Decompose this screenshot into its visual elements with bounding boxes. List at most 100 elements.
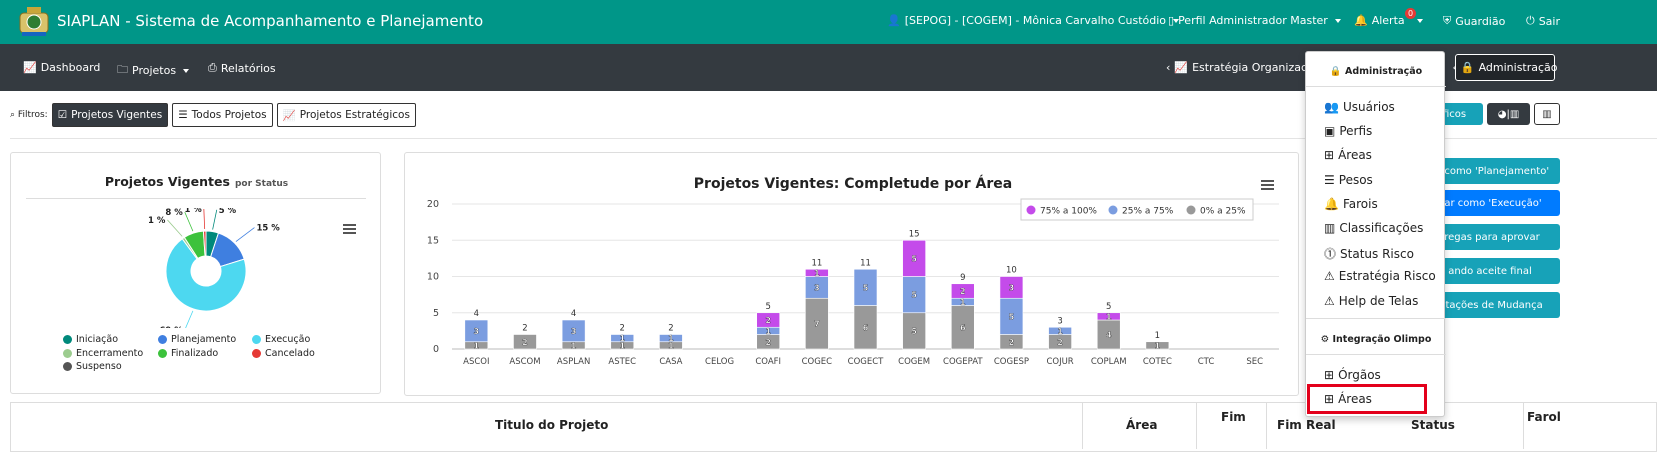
- legend-label: Execução: [265, 334, 311, 345]
- menu-item-classificacoes[interactable]: ▥ Classificações: [1324, 221, 1423, 235]
- alert-menu[interactable]: 🔔 Alerta 0: [1354, 8, 1423, 27]
- menu-item-label: Pesos: [1338, 173, 1373, 187]
- col-fim-header[interactable]: Fim: [1221, 410, 1246, 424]
- legend-label[interactable]: 75% a 100%: [1040, 207, 1097, 217]
- exclamation-circle-icon: ⓵: [1324, 247, 1337, 261]
- profile-menu[interactable]: ▯ Perfil Administrador Master: [1168, 14, 1341, 27]
- nav-projetos[interactable]: 🗀 Projetos: [117, 61, 190, 80]
- guardiao-link[interactable]: ⛨ Guardião: [1443, 14, 1505, 28]
- nav-relatorios-label: Relatórios: [220, 61, 276, 75]
- menu-item-label: Usuários: [1342, 100, 1395, 114]
- menu-item-label: Help de Telas: [1338, 294, 1419, 308]
- nav-dashboard-label: Dashboard: [40, 61, 101, 74]
- profile-label: Perfil Administrador Master: [1178, 14, 1328, 27]
- x-tick-label: COGECT: [848, 357, 885, 367]
- nav-administracao[interactable]: ‹ 🔒 Administração: [1452, 54, 1558, 81]
- legend-suspenso[interactable]: Suspenso: [63, 361, 122, 372]
- col-status-header[interactable]: Status: [1411, 418, 1455, 432]
- col-farol-header[interactable]: Farol: [1527, 410, 1561, 424]
- divider: [1523, 402, 1524, 449]
- id-card-icon: ▯: [1168, 14, 1175, 27]
- legend-label[interactable]: 25% a 75%: [1122, 207, 1174, 217]
- legend-label: Planejamento: [171, 334, 237, 345]
- legend-planejamento[interactable]: Planejamento: [158, 334, 236, 345]
- siaplan-logo-icon[interactable]: [17, 5, 51, 38]
- filter-estrategicos-label: Projetos Estratégicos: [299, 109, 410, 121]
- menu-item-areas[interactable]: ⊞ Áreas: [1324, 148, 1372, 162]
- divider: [1082, 402, 1083, 449]
- legend-dot: [158, 335, 167, 344]
- bar-total-label: 10: [1006, 266, 1017, 276]
- list-icon: ☰: [178, 109, 188, 121]
- alert-count-badge: 0: [1405, 8, 1417, 19]
- col-fim-real-header[interactable]: Fim Real: [1277, 418, 1336, 432]
- legend-marker[interactable]: [1026, 205, 1036, 215]
- menu-item-usuarios[interactable]: 👥 Usuários: [1324, 100, 1395, 114]
- nav-relatorios[interactable]: ⎙ Relatórios: [208, 61, 276, 75]
- bar-total-label: 4: [571, 309, 576, 319]
- chevron-down-icon: [1334, 18, 1341, 23]
- filters-label: ⌕ Filtros:: [10, 110, 48, 120]
- bar-segment-label: 3: [814, 283, 820, 292]
- bar-segment-label: 5: [911, 327, 917, 336]
- menu-item-pesos[interactable]: ☰ Pesos: [1324, 173, 1373, 187]
- bar-segment-label: 5: [863, 283, 869, 292]
- legend-encerramento[interactable]: Encerramento: [63, 348, 143, 359]
- menu-item-estrategia-risco[interactable]: ⚠ Estratégia Risco: [1324, 269, 1436, 283]
- logout-link[interactable]: ⏻ Sair: [1526, 14, 1560, 28]
- divider: [26, 198, 366, 199]
- legend-execucao[interactable]: Execução: [252, 334, 310, 345]
- bar-segment-label: 3: [474, 327, 480, 336]
- menu-item-farois[interactable]: 🔔 Farois: [1324, 197, 1378, 211]
- pie-title-text: Projetos Vigentes: [104, 174, 230, 189]
- menu-item-label: Classificações: [1339, 221, 1424, 235]
- menu-item-status-risco[interactable]: ⓵ Status Risco: [1324, 245, 1414, 262]
- pie-data-label: 69 %: [159, 326, 183, 328]
- pie-data-label: 1 %: [184, 208, 202, 215]
- legend-iniciacao[interactable]: Iniciação: [63, 334, 118, 345]
- bar-chart-icon: ▥: [1542, 108, 1552, 120]
- legend-label: Iniciação: [76, 334, 119, 345]
- x-tick-label: COGEM: [898, 357, 930, 367]
- col-titulo-header[interactable]: Titulo do Projeto: [495, 418, 608, 432]
- bar-segment-label: 1: [960, 298, 966, 307]
- legend-dot: [252, 349, 261, 358]
- user-menu[interactable]: 👤 [SEPOG] - [COGEM] - Mônica Carvalho Cu…: [887, 14, 1180, 27]
- legend-label: Cancelado: [265, 348, 315, 359]
- bar-segment-label: 5: [911, 254, 917, 263]
- bar-segment-label: 3: [1009, 283, 1015, 292]
- filter-vigentes-button[interactable]: ☑ Projetos Vigentes: [51, 103, 169, 127]
- legend-label[interactable]: 0% a 25%: [1200, 207, 1246, 217]
- menu-item-orgaos[interactable]: ⊞ Órgãos: [1324, 368, 1381, 382]
- bar-segment-label: 3: [571, 327, 577, 336]
- x-tick-label: SEC: [1246, 357, 1263, 367]
- bar-chart-button[interactable]: ▥: [1534, 103, 1560, 125]
- users-icon: 👥: [1324, 100, 1339, 114]
- legend-marker[interactable]: [1186, 205, 1196, 215]
- y-tick-label: 0: [433, 344, 439, 355]
- legend-cancelado[interactable]: Cancelado: [252, 348, 315, 359]
- nav-estrategia[interactable]: ‹ 📈 Estratégia Organizacior: [1166, 61, 1321, 74]
- x-tick-label: COJUR: [1046, 357, 1073, 367]
- bar-total-label: 3: [1057, 316, 1062, 326]
- col-area-header[interactable]: Área: [1126, 418, 1157, 432]
- pie-label-connector: [185, 310, 194, 328]
- bar-chart-icon: ▥: [1324, 221, 1336, 235]
- nav-dashboard[interactable]: 📈 Dashboard: [23, 61, 100, 74]
- filter-todos-button[interactable]: ☰ Todos Projetos: [172, 103, 273, 127]
- bar-segment-label: 1: [765, 327, 771, 336]
- filter-estrategicos-button[interactable]: 📈 Projetos Estratégicos: [276, 103, 416, 127]
- legend-marker[interactable]: [1108, 205, 1118, 215]
- menu-item-help-telas[interactable]: ⚠ Help de Telas: [1324, 294, 1418, 308]
- bar-segment-label: 1: [814, 269, 820, 278]
- filters-label-text: Filtros:: [17, 110, 48, 120]
- chart-toggle-button[interactable]: ◕|▥: [1487, 103, 1530, 125]
- power-icon: ⏻: [1526, 14, 1535, 27]
- menu-item-perfis[interactable]: ▣ Perfis: [1324, 124, 1372, 138]
- legend-finalizado[interactable]: Finalizado: [158, 348, 218, 359]
- admin-section-header: 🔒 Administração: [1306, 66, 1446, 77]
- execucao-label: var como 'Execução': [1438, 197, 1542, 209]
- planejamento-label: ar como 'Planejamento': [1430, 165, 1550, 177]
- menu-item-label: Estratégia Risco: [1338, 269, 1436, 283]
- menu-item-label: Órgãos: [1338, 368, 1381, 382]
